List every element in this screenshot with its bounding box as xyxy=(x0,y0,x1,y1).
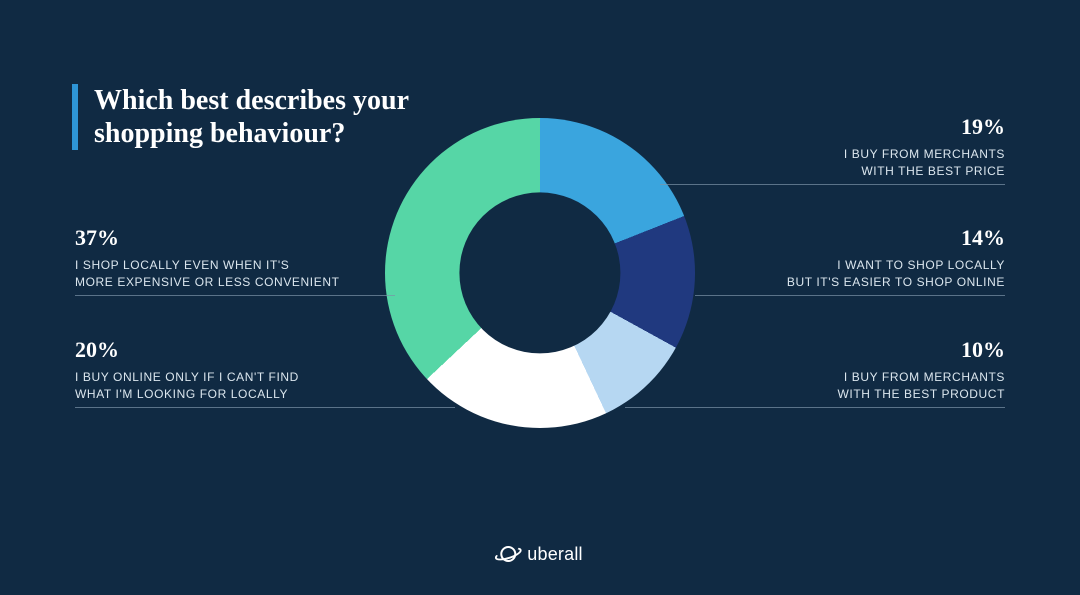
leader-easier-online xyxy=(695,295,1005,296)
callout-shop-local: 37% I SHOP LOCALLY EVEN WHEN IT'S MORE E… xyxy=(75,225,340,292)
callout-best-price: 19% I BUY FROM MERCHANTS WITH THE BEST P… xyxy=(844,114,1005,181)
pct-easier-online: 14% xyxy=(787,225,1005,251)
planet-icon xyxy=(497,543,519,565)
brand-text: uberall xyxy=(527,544,582,565)
chart-title: Which best describes your shopping behav… xyxy=(72,84,409,150)
pct-online-only: 20% xyxy=(75,337,299,363)
callout-best-product: 10% I BUY FROM MERCHANTS WITH THE BEST P… xyxy=(838,337,1006,404)
leader-online-only xyxy=(75,407,455,408)
donut-chart xyxy=(385,118,695,428)
leader-shop-local xyxy=(75,295,395,296)
brand-logo: uberall xyxy=(497,543,582,565)
pct-shop-local: 37% xyxy=(75,225,340,251)
callout-online-only: 20% I BUY ONLINE ONLY IF I CAN'T FIND WH… xyxy=(75,337,299,404)
leader-best-product xyxy=(625,407,1005,408)
callout-easier-online: 14% I WANT TO SHOP LOCALLY BUT IT'S EASI… xyxy=(787,225,1005,292)
title-line-1: Which best describes your xyxy=(94,85,409,116)
pct-best-product: 10% xyxy=(838,337,1006,363)
title-accent-bar xyxy=(72,84,78,150)
leader-best-price xyxy=(660,184,1005,185)
title-line-2: shopping behaviour? xyxy=(94,118,345,149)
pct-best-price: 19% xyxy=(844,114,1005,140)
